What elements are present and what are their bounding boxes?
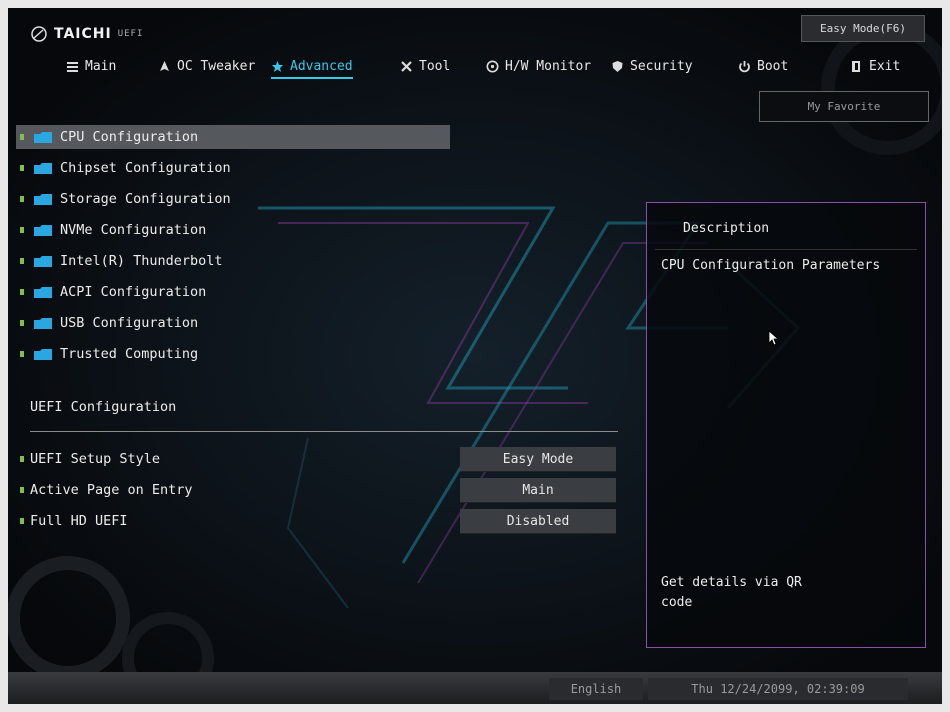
rocket-icon: [160, 60, 169, 71]
description-panel: Description CPU Configuration Parameters…: [646, 202, 926, 648]
tab-label: Advanced: [290, 58, 353, 74]
list-icon: [67, 61, 78, 72]
setting-label-text: Full HD UEFI: [30, 513, 128, 529]
folder-icon: [34, 255, 52, 267]
tab-label: Boot: [757, 58, 789, 74]
date-time-display: Thu 12/24/2099, 02:39:09: [648, 678, 908, 700]
description-title: Description: [683, 221, 770, 236]
easy-mode-button[interactable]: Easy Mode(F6): [801, 15, 925, 42]
folder-icon: [34, 317, 52, 329]
bullet-icon: [20, 289, 24, 295]
brand-logo: TAICHI UEFI: [30, 24, 143, 44]
menu-item-nvme-configuration[interactable]: NVMe Configuration: [16, 218, 450, 242]
power-icon: [739, 60, 750, 72]
bullet-icon: [20, 134, 24, 140]
menu-item-label: Chipset Configuration: [60, 160, 231, 176]
menu-item-chipset-configuration[interactable]: Chipset Configuration: [16, 156, 450, 180]
folder-icon: [34, 193, 52, 205]
menu-item-label: USB Configuration: [60, 315, 199, 331]
uefi-screen: TAICHI UEFI Easy Mode(F6) Main OC Tweake…: [8, 8, 942, 704]
star-icon: [272, 60, 283, 72]
tools-icon: [401, 60, 412, 72]
tab-tool[interactable]: Tool: [400, 55, 450, 77]
mouse-cursor-icon: [768, 330, 780, 346]
language-selector[interactable]: English: [549, 678, 643, 700]
tab-hw-monitor[interactable]: H/W Monitor: [486, 55, 591, 77]
brand-name: TAICHI: [54, 26, 112, 42]
description-text: CPU Configuration Parameters: [661, 258, 881, 273]
folder-icon: [34, 348, 52, 360]
setting-uefi-setup-style[interactable]: UEFI Setup Style: [20, 447, 160, 471]
setting-active-page-on-entry[interactable]: Active Page on Entry: [20, 478, 193, 502]
setting-label-text: Active Page on Entry: [30, 482, 193, 498]
tab-label: H/W Monitor: [505, 58, 592, 74]
tab-security[interactable]: Security: [611, 55, 693, 77]
bullet-icon: [20, 320, 24, 326]
main-tabs: Main OC Tweaker Advanced Tool H/W Monito…: [8, 55, 942, 79]
tab-label: Security: [630, 58, 693, 74]
exit-icon: [852, 60, 860, 72]
folder-icon: [34, 162, 52, 174]
menu-item-acpi-configuration[interactable]: ACPI Configuration: [16, 280, 450, 304]
setting-label-text: UEFI Setup Style: [30, 451, 161, 467]
bullet-icon: [20, 165, 24, 171]
tab-exit[interactable]: Exit: [850, 55, 900, 77]
uefi-configuration-heading: UEFI Configuration: [30, 399, 177, 415]
menu-item-cpu-configuration[interactable]: CPU Configuration: [16, 125, 450, 149]
description-divider: [655, 249, 917, 250]
menu-item-label: Intel(R) Thunderbolt: [60, 253, 223, 269]
bullet-icon: [20, 487, 24, 493]
bullet-icon: [20, 456, 24, 462]
tab-oc-tweaker[interactable]: OC Tweaker: [158, 55, 255, 77]
bullet-icon: [20, 227, 24, 233]
menu-item-storage-configuration[interactable]: Storage Configuration: [16, 187, 450, 211]
menu-item-intel-thunderbolt[interactable]: Intel(R) Thunderbolt: [16, 249, 450, 273]
bullet-icon: [20, 351, 24, 357]
menu-item-label: Trusted Computing: [60, 346, 199, 362]
tab-label: Exit: [869, 58, 901, 74]
setting-full-hd-uefi[interactable]: Full HD UEFI: [20, 509, 128, 533]
folder-icon: [34, 224, 52, 236]
menu-item-label: Storage Configuration: [60, 191, 231, 207]
bullet-icon: [20, 196, 24, 202]
folder-icon: [34, 131, 52, 143]
uefi-setup-style-value[interactable]: Easy Mode: [460, 447, 616, 472]
section-divider: [30, 431, 618, 432]
my-favorite-button[interactable]: My Favorite: [759, 91, 929, 122]
shield-icon: [612, 60, 623, 72]
monitor-icon: [486, 60, 499, 72]
menu-item-usb-configuration[interactable]: USB Configuration: [16, 311, 450, 335]
tab-main[interactable]: Main: [66, 55, 116, 77]
tab-label: Tool: [419, 58, 451, 74]
folder-icon: [34, 286, 52, 298]
menu-item-label: CPU Configuration: [60, 129, 199, 145]
menu-item-label: NVMe Configuration: [60, 222, 207, 238]
qr-hint-text: Get details via QR code: [661, 575, 802, 610]
bullet-icon: [20, 518, 24, 524]
full-hd-uefi-value[interactable]: Disabled: [460, 509, 616, 534]
menu-item-trusted-computing[interactable]: Trusted Computing: [16, 342, 450, 366]
tab-boot[interactable]: Boot: [738, 55, 788, 77]
active-page-on-entry-value[interactable]: Main: [460, 478, 616, 503]
bullet-icon: [20, 258, 24, 264]
tab-label: OC Tweaker: [177, 58, 256, 74]
status-bar: English Thu 12/24/2099, 02:39:09: [8, 672, 942, 704]
tab-advanced[interactable]: Advanced: [271, 55, 353, 79]
brand-sub: UEFI: [117, 29, 144, 39]
taichi-mark-icon: [31, 26, 47, 42]
menu-item-label: ACPI Configuration: [60, 284, 207, 300]
tab-label: Main: [85, 58, 117, 74]
